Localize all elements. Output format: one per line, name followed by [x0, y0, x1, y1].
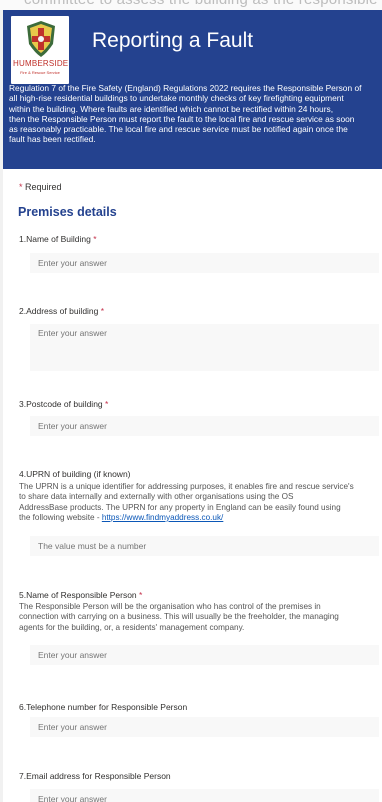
responsible-person-description: The Responsible Person will be the organ…: [19, 602, 379, 633]
description-line-with-link: the following website - https://www.find…: [19, 513, 379, 523]
findmyaddress-link[interactable]: https://www.findmyaddress.co.uk/: [102, 513, 224, 522]
top-strip: committee to assess the building as the …: [0, 0, 382, 10]
description-line: the following website -: [19, 512, 102, 522]
telephone-input[interactable]: [30, 717, 379, 737]
question-text: Telephone number for Responsible Person: [26, 702, 188, 712]
description-line: agents for the building, or, a residents…: [19, 622, 245, 632]
question-text: Email address for Responsible Person: [26, 771, 171, 781]
responsible-person-input[interactable]: [30, 645, 379, 665]
intro-line: as reasonably practicable. The local fir…: [9, 124, 348, 135]
required-star: *: [93, 234, 97, 244]
question-text: Name of Responsible Person: [26, 590, 137, 600]
question-text: UPRN of building (if known): [26, 469, 131, 479]
form-body: * Required Premises details 1.Name of Bu…: [3, 169, 382, 802]
building-name-input[interactable]: [30, 253, 379, 273]
form-header: HUMBERSIDE Fire & Rescue Service Reporti…: [3, 10, 382, 169]
top-strip-text: committee to assess the building as the …: [24, 0, 378, 8]
intro-line: within the building. Where faults are id…: [9, 103, 334, 114]
uprn-input[interactable]: [30, 536, 379, 556]
required-star: *: [105, 399, 109, 409]
question-label-postcode: 3.Postcode of building *: [19, 399, 108, 409]
required-star: *: [100, 306, 105, 316]
email-input[interactable]: [30, 789, 379, 802]
description-line: The Responsible Person will be the organ…: [19, 602, 321, 611]
description-line: The UPRN is a unique identifier for addr…: [19, 482, 354, 491]
form-intro: Regulation 7 of the Fire Safety (England…: [9, 83, 381, 145]
logo-subtext: Fire & Rescue Service: [20, 70, 60, 75]
question-label-responsible-person: 5.Name of Responsible Person *: [19, 590, 142, 600]
intro-line: Regulation 7 of the Fire Safety (England…: [9, 83, 362, 93]
question-label-building-name: 1.Name of Building *: [19, 234, 97, 244]
uprn-description: The UPRN is a unique identifier for addr…: [19, 482, 379, 523]
required-star: *: [139, 590, 143, 600]
description-line: to share data internally and externally …: [19, 492, 294, 502]
required-note: * Required: [19, 182, 62, 192]
postcode-input[interactable]: [30, 416, 379, 436]
section-title: Premises details: [18, 205, 117, 219]
address-input[interactable]: [30, 324, 379, 371]
question-label-telephone: 6.Telephone number for Responsible Perso…: [19, 702, 187, 712]
description-line: connection with carrying on a business. …: [19, 612, 339, 622]
question-text: Name of Building: [26, 234, 91, 244]
logo: HUMBERSIDE Fire & Rescue Service: [11, 16, 69, 84]
crest-icon: [27, 21, 55, 57]
description-line: AddressBase products. The UPRN for any p…: [19, 502, 341, 512]
logo-text: HUMBERSIDE: [13, 59, 69, 68]
question-text: Postcode of building: [26, 399, 103, 409]
intro-line: all high-rise residential buildings to u…: [9, 93, 344, 104]
question-label-email: 7.Email address for Responsible Person: [19, 771, 171, 781]
question-label-uprn: 4.UPRN of building (if known): [19, 469, 131, 479]
required-note-text: Required: [25, 182, 62, 192]
question-label-address: 2.Address of building *: [19, 306, 104, 316]
question-text: Address of building: [26, 306, 99, 316]
required-star: *: [19, 182, 23, 192]
intro-line: then the Responsible Person must report …: [9, 113, 355, 124]
form-title: Reporting a Fault: [92, 29, 254, 52]
intro-line: fault has been rectified.: [9, 134, 96, 145]
